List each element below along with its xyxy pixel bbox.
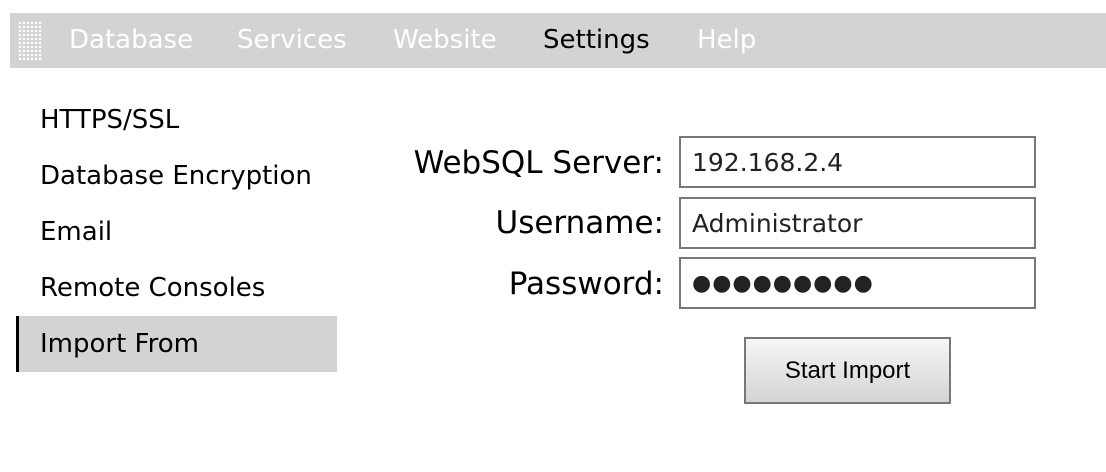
username-input[interactable] — [679, 197, 1036, 249]
sidebar-item-database-encryption[interactable]: Database Encryption — [16, 148, 337, 204]
password-label: Password: — [508, 266, 664, 302]
server-input[interactable] — [679, 136, 1036, 188]
menu-bar: Database Services Website Settings Help — [10, 13, 1106, 68]
password-input[interactable] — [679, 257, 1036, 309]
menu-item-database[interactable]: Database — [69, 13, 193, 68]
menu-item-help[interactable]: Help — [697, 13, 756, 68]
drag-handle-icon[interactable] — [18, 21, 42, 60]
username-label: Username: — [495, 205, 664, 241]
server-label: WebSQL Server: — [413, 145, 664, 181]
sidebar-item-remote-consoles[interactable]: Remote Consoles — [16, 260, 337, 316]
menu-item-services[interactable]: Services — [237, 13, 347, 68]
menu-item-website[interactable]: Website — [393, 13, 497, 68]
start-import-button[interactable]: Start Import — [744, 337, 951, 404]
sidebar-item-https-ssl[interactable]: HTTPS/SSL — [16, 92, 337, 148]
sidebar-item-import-from[interactable]: Import From — [16, 316, 337, 372]
menu-item-settings[interactable]: Settings — [543, 13, 650, 68]
sidebar-item-email[interactable]: Email — [16, 204, 337, 260]
